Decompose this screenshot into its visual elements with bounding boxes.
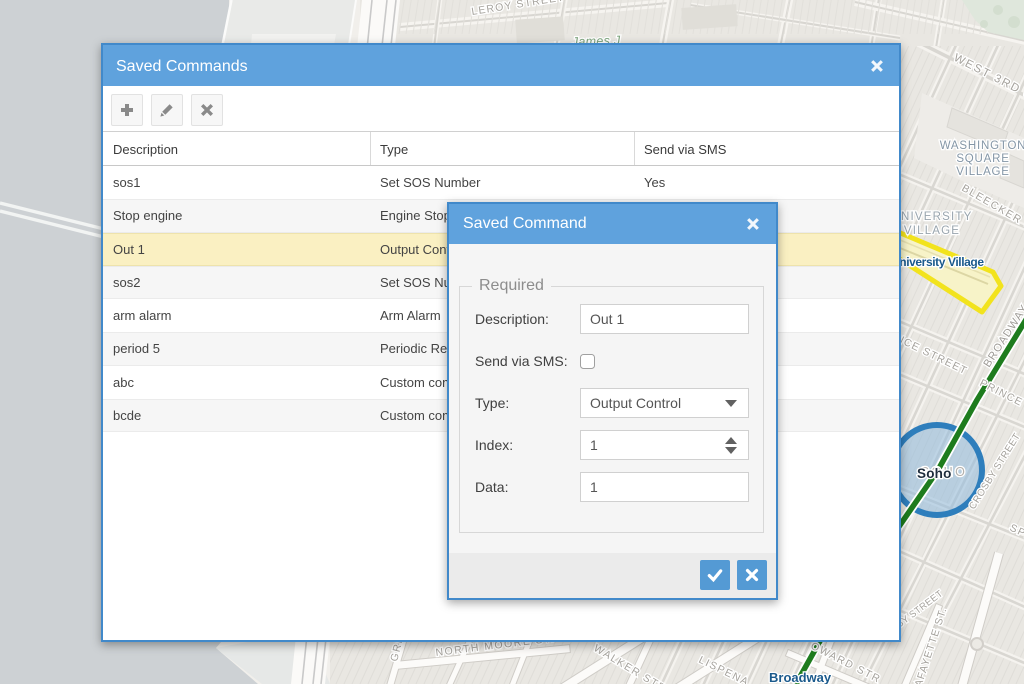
svg-text:UNIVERSITY: UNIVERSITY <box>891 211 972 223</box>
svg-text:VILLAGE: VILLAGE <box>904 225 960 237</box>
svg-text:WASHINGTON: WASHINGTON <box>940 140 1024 152</box>
svg-text:University Village: University Village <box>891 255 984 269</box>
svg-text:VILLAGE: VILLAGE <box>956 166 1010 178</box>
svg-text:SQUARE: SQUARE <box>956 153 1009 165</box>
svg-text:Soho: Soho <box>917 466 952 481</box>
svg-text:Broadway: Broadway <box>769 670 832 684</box>
